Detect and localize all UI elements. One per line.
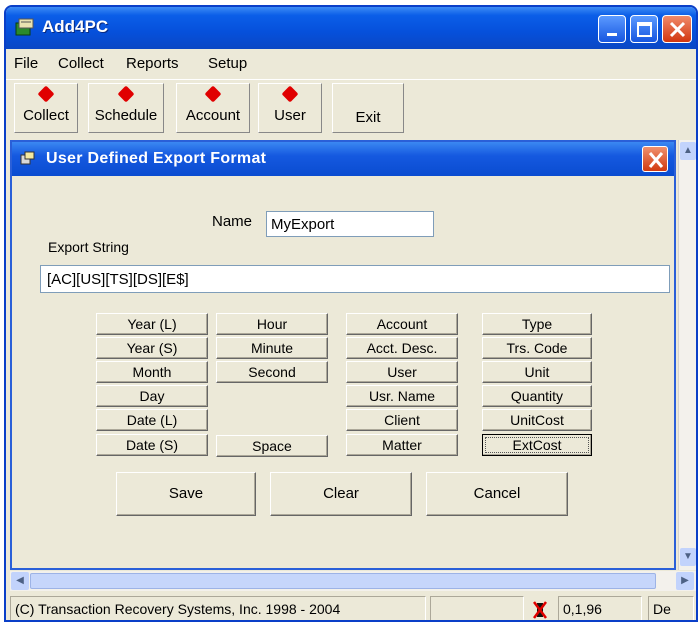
export-string-label: Export String — [48, 239, 129, 255]
field-acct-desc-button[interactable]: Acct. Desc. — [346, 337, 458, 359]
scroll-right-icon[interactable]: ▶ — [676, 572, 694, 590]
status-bar: (C) Transaction Recovery Systems, Inc. 1… — [6, 593, 696, 620]
field-minute-button[interactable]: Minute — [216, 337, 328, 359]
minimize-button[interactable] — [598, 15, 626, 43]
field-type-button[interactable]: Type — [482, 313, 592, 335]
field-client-button[interactable]: Client — [346, 409, 458, 431]
maximize-icon — [637, 22, 652, 37]
collect-tool-button[interactable]: Collect — [14, 83, 78, 133]
save-button[interactable]: Save — [116, 472, 256, 516]
cancel-button[interactable]: Cancel — [426, 472, 568, 516]
field-matter-button[interactable]: Matter — [346, 434, 458, 456]
title-bar[interactable]: Add4PC — [6, 7, 696, 49]
export-format-dialog: User Defined Export Format Name Export S… — [10, 140, 676, 570]
scroll-left-icon[interactable]: ◀ — [11, 572, 29, 590]
dialog-title: User Defined Export Format — [46, 150, 267, 167]
field-date-short-button[interactable]: Date (S) — [96, 434, 208, 456]
field-hour-button[interactable]: Hour — [216, 313, 328, 335]
user-tool-button[interactable]: User — [258, 83, 322, 133]
field-month-button[interactable]: Month — [96, 361, 208, 383]
vertical-scrollbar[interactable]: ▲ ▼ — [678, 140, 696, 570]
field-unit-button[interactable]: Unit — [482, 361, 592, 383]
schedule-tool-label: Schedule — [94, 107, 158, 124]
app-title: Add4PC — [42, 17, 109, 36]
scroll-down-icon[interactable]: ▼ — [680, 548, 696, 566]
field-second-button[interactable]: Second — [216, 361, 328, 383]
minimize-icon — [607, 33, 617, 36]
field-trs-code-button[interactable]: Trs. Code — [482, 337, 592, 359]
field-space-button[interactable]: Space — [216, 435, 328, 457]
close-button[interactable] — [662, 15, 692, 43]
user-marker-icon — [281, 85, 299, 103]
field-date-long-button[interactable]: Date (L) — [96, 409, 208, 431]
status-last-panel: De — [648, 596, 694, 620]
scroll-up-icon[interactable]: ▲ — [680, 142, 696, 160]
exit-tool-button[interactable]: Exit — [332, 83, 404, 133]
field-year-short-button[interactable]: Year (S) — [96, 337, 208, 359]
clear-button[interactable]: Clear — [270, 472, 412, 516]
field-day-button[interactable]: Day — [96, 385, 208, 407]
name-label: Name — [212, 213, 253, 230]
menu-collect[interactable]: Collect — [58, 55, 104, 72]
maximize-button[interactable] — [630, 15, 658, 43]
menu-bar: File Collect Reports Setup — [6, 49, 696, 79]
close-icon — [648, 152, 664, 168]
horizontal-scrollbar[interactable]: ◀ ▶ — [10, 571, 696, 591]
app-icon — [15, 18, 34, 36]
name-input[interactable] — [266, 211, 434, 237]
status-coordinates: 0,1,96 — [558, 596, 642, 620]
toolbar: Collect Schedule Account User Exit — [6, 79, 696, 137]
account-marker-icon — [204, 85, 222, 103]
field-user-button[interactable]: User — [346, 361, 458, 383]
menu-file[interactable]: File — [14, 55, 38, 72]
export-string-input[interactable] — [40, 265, 670, 293]
close-icon — [669, 21, 686, 38]
menu-setup[interactable]: Setup — [208, 55, 247, 72]
user-tool-label: User — [274, 107, 306, 124]
account-tool-button[interactable]: Account — [176, 83, 250, 133]
account-tool-label: Account — [185, 107, 241, 124]
scroll-thumb[interactable] — [30, 573, 656, 589]
disconnected-icon — [533, 601, 547, 619]
dialog-app-icon — [20, 151, 35, 165]
field-quantity-button[interactable]: Quantity — [482, 385, 592, 407]
exit-tool-label: Exit — [355, 109, 381, 126]
field-account-button[interactable]: Account — [346, 313, 458, 335]
dialog-title-bar[interactable]: User Defined Export Format — [12, 142, 674, 176]
collect-marker-icon — [37, 85, 55, 103]
status-copyright: (C) Transaction Recovery Systems, Inc. 1… — [10, 596, 426, 620]
status-empty-panel — [430, 596, 524, 620]
collect-tool-label: Collect — [23, 107, 69, 124]
schedule-marker-icon — [117, 85, 135, 103]
menu-reports[interactable]: Reports — [126, 55, 179, 72]
main-window: Add4PC File Collect Reports Setup Collec… — [4, 5, 698, 622]
field-usr-name-button[interactable]: Usr. Name — [346, 385, 458, 407]
field-extcost-button[interactable]: ExtCost — [482, 434, 592, 456]
field-unitcost-button[interactable]: UnitCost — [482, 409, 592, 431]
schedule-tool-button[interactable]: Schedule — [88, 83, 164, 133]
dialog-close-button[interactable] — [642, 146, 668, 172]
field-year-long-button[interactable]: Year (L) — [96, 313, 208, 335]
